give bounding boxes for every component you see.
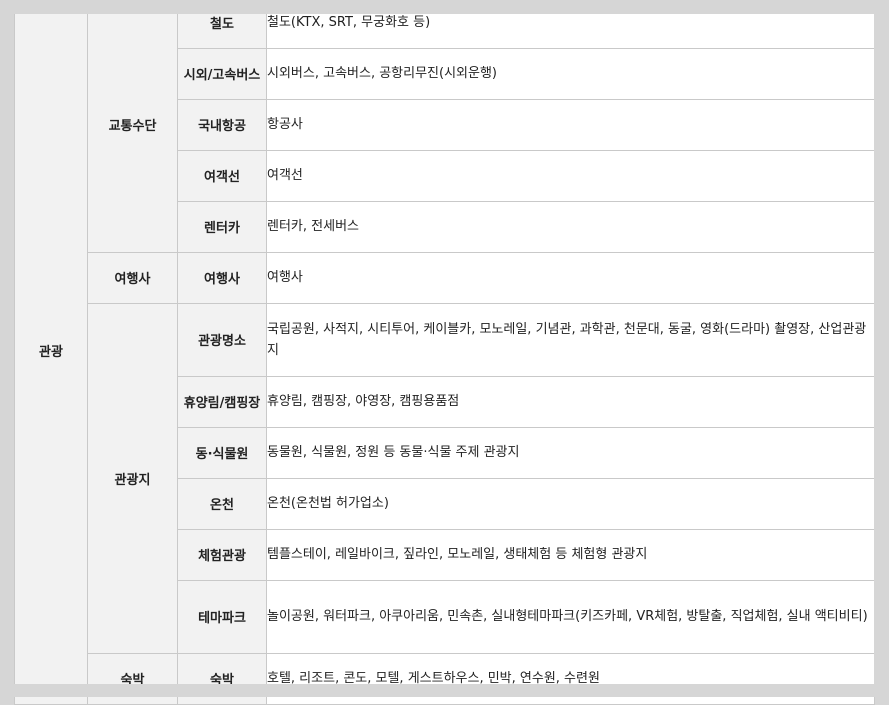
subcategory-cell: 국내항공: [177, 99, 267, 151]
category-tourism: 관광: [14, 0, 88, 705]
table-row: 여행사 여행사 여행사: [15, 252, 875, 304]
description-cell: 휴양림, 캠핑장, 야영장, 캠핑용품점: [266, 376, 875, 428]
subcategory-cell: 동·식물원: [177, 427, 267, 479]
subcategory-cell: 철도: [177, 0, 267, 49]
subcategory-cell: 렌터카: [177, 201, 267, 253]
table-row: 숙박 숙박 호텔, 리조트, 콘도, 모텔, 게스트하우스, 민박, 연수원, …: [15, 653, 875, 705]
description-cell: 항공사: [266, 99, 875, 151]
subcategory-cell: 온천: [177, 478, 267, 530]
subcategory-cell: 여객선: [177, 150, 267, 202]
description-cell: 여행사: [266, 252, 875, 304]
table-row: 관광지 관광명소 국립공원, 사적지, 시티투어, 케이블카, 모노레일, 기념…: [15, 303, 875, 654]
description-cell: 철도(KTX, SRT, 무궁화호 등): [266, 0, 875, 49]
category-table: 관광 교통수단 철도 철도(KTX, SRT, 무궁화호 등) 시외/고속버스 …: [14, 0, 875, 705]
description-cell: 템플스테이, 레일바이크, 짚라인, 모노레일, 생태체험 등 체험형 관광지: [266, 529, 875, 581]
group-attractions: 관광지: [87, 303, 178, 654]
subcategory-cell: 테마파크: [177, 580, 267, 654]
group-lodging: 숙박: [87, 653, 178, 705]
description-cell: 온천(온천법 허가업소): [266, 478, 875, 530]
viewport-frame-right: [874, 0, 889, 697]
description-cell: 놀이공원, 워터파크, 아쿠아리움, 민속촌, 실내형테마파크(키즈카페, VR…: [266, 580, 875, 654]
subcategory-cell: 여행사: [177, 252, 267, 304]
group-travel-agency: 여행사: [87, 252, 178, 304]
table-row: 관광 교통수단 철도 철도(KTX, SRT, 무궁화호 등): [14, 0, 875, 705]
subcategory-cell: 숙박: [177, 653, 267, 705]
subcategory-cell: 체험관광: [177, 529, 267, 581]
description-cell: 국립공원, 사적지, 시티투어, 케이블카, 모노레일, 기념관, 과학관, 천…: [266, 303, 875, 377]
description-cell: 여객선: [266, 150, 875, 202]
description-cell: 동물원, 식물원, 정원 등 동물·식물 주제 관광지: [266, 427, 875, 479]
subcategory-cell: 시외/고속버스: [177, 48, 267, 100]
subcategory-cell: 관광명소: [177, 303, 267, 377]
description-cell: 렌터카, 전세버스: [266, 201, 875, 253]
description-cell: 호텔, 리조트, 콘도, 모텔, 게스트하우스, 민박, 연수원, 수련원: [266, 653, 875, 705]
subcategory-cell: 휴양림/캠핑장: [177, 376, 267, 428]
description-cell: 시외버스, 고속버스, 공항리무진(시외운행): [266, 48, 875, 100]
group-transport: 교통수단: [87, 0, 178, 253]
